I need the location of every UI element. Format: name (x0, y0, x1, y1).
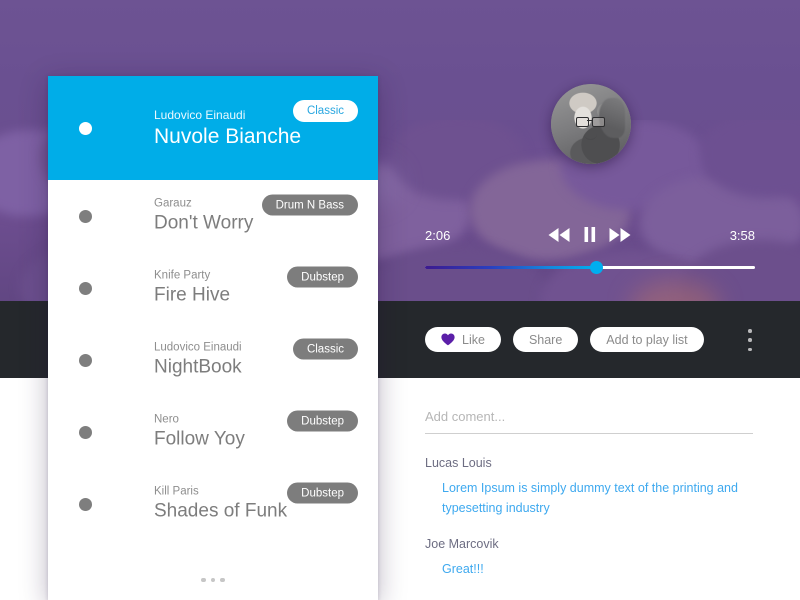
pause-icon (584, 227, 596, 242)
like-button[interactable]: Like (425, 327, 501, 352)
track-bullet-icon (79, 209, 92, 223)
comment-text: Lorem Ipsum is simply dummy text of the … (442, 481, 738, 515)
track-text: Knife Party Fire Hive (154, 270, 230, 307)
track-text: Nero Follow Yoy (154, 414, 245, 451)
track-genre-badge[interactable]: Dubstep (287, 410, 358, 432)
track-bullet-icon (79, 425, 92, 439)
playlist-item[interactable]: Knife Party Fire Hive Dubstep (48, 252, 378, 324)
rewind-icon (548, 227, 570, 242)
share-button[interactable]: Share (512, 327, 579, 352)
playlist-card: Ludovico Einaudi Nuvole Bianche Classic … (48, 76, 378, 600)
kebab-menu-icon[interactable] (744, 329, 756, 351)
track-artist: Ludovico Einaudi (154, 341, 242, 354)
comment-author: Lucas Louis (425, 456, 492, 470)
add-to-playlist-button[interactable]: Add to play list (590, 327, 704, 352)
track-text: Garauz Don't Worry (154, 198, 253, 235)
comment-list: Lucas Louis Lorem Ipsum is simply dummy … (425, 456, 753, 579)
avatar-image (551, 84, 631, 164)
track-bullet-icon (79, 353, 92, 367)
avatar-mouth (584, 134, 597, 140)
rewind-button[interactable] (548, 227, 571, 242)
total-time: 3:58 (729, 228, 755, 243)
add-to-playlist-label: Add to play list (606, 332, 688, 347)
transport-buttons (548, 227, 632, 242)
avatar[interactable] (551, 84, 631, 164)
pause-button[interactable] (584, 227, 596, 242)
forward-icon (609, 227, 631, 242)
track-text: Ludovico Einaudi Nuvole Bianche (154, 108, 301, 149)
comment-author: Joe Marcovik (425, 536, 499, 551)
comment-item: Lucas Louis Lorem Ipsum is simply dummy … (425, 456, 753, 519)
track-artist: Knife Party (154, 269, 211, 282)
comment-text: Great!!! (442, 561, 484, 576)
playlist-item-active[interactable]: Ludovico Einaudi Nuvole Bianche Classic (48, 76, 378, 180)
playlist-item[interactable]: Kill Paris Shades of Funk Dubstep (48, 468, 378, 540)
track-title: Fire Hive (154, 284, 231, 306)
comment-box: Lucas Louis Lorem Ipsum is simply dummy … (425, 408, 753, 597)
heart-icon (441, 333, 455, 346)
music-player-app: 2:06 3:58 Like Share Add to play list Ad… (0, 0, 800, 600)
current-time: 2:06 (425, 228, 451, 243)
comment-item: Joe Marcovik Great!!! (425, 537, 753, 580)
time-row: 2:06 3:58 (425, 227, 755, 248)
playlist-item[interactable]: Nero Follow Yoy Dubstep (48, 396, 378, 468)
track-bullet-icon (79, 497, 92, 511)
glasses-icon (576, 117, 605, 127)
action-buttons: Like Share Add to play list (425, 327, 704, 352)
track-title: Nuvole Bianche (154, 125, 302, 148)
track-bullet-icon (79, 122, 92, 135)
share-label: Share (528, 332, 563, 347)
track-title: NightBook (154, 356, 242, 378)
player-transport: 2:06 3:58 (425, 227, 755, 274)
track-artist: Nero (154, 413, 179, 426)
progress-handle[interactable] (590, 261, 604, 274)
forward-button[interactable] (609, 227, 632, 242)
track-title: Don't Worry (154, 212, 254, 234)
more-dots-icon[interactable] (48, 577, 378, 582)
playlist-item[interactable]: Ludovico Einaudi NightBook Classic (48, 324, 378, 396)
track-title: Shades of Funk (154, 500, 288, 522)
playlist-item[interactable]: Garauz Don't Worry Drum N Bass (48, 180, 378, 252)
track-bullet-icon (79, 281, 92, 295)
track-text: Ludovico Einaudi NightBook (154, 342, 242, 379)
track-text: Kill Paris Shades of Funk (154, 486, 287, 523)
track-genre-badge[interactable]: Dubstep (287, 482, 358, 504)
track-artist: Garauz (154, 197, 192, 210)
comment-input[interactable] (425, 409, 753, 434)
progress-bar[interactable] (425, 261, 755, 274)
track-genre-badge[interactable]: Classic (292, 338, 358, 360)
like-label: Like (462, 332, 485, 347)
track-title: Follow Yoy (154, 428, 245, 450)
track-genre-badge[interactable]: Classic (292, 100, 358, 122)
track-genre-badge[interactable]: Drum N Bass (261, 194, 358, 216)
track-artist: Kill Paris (154, 485, 199, 498)
track-genre-badge[interactable]: Dubstep (287, 266, 358, 288)
track-artist: Ludovico Einaudi (154, 108, 246, 122)
progress-fill (425, 266, 597, 269)
